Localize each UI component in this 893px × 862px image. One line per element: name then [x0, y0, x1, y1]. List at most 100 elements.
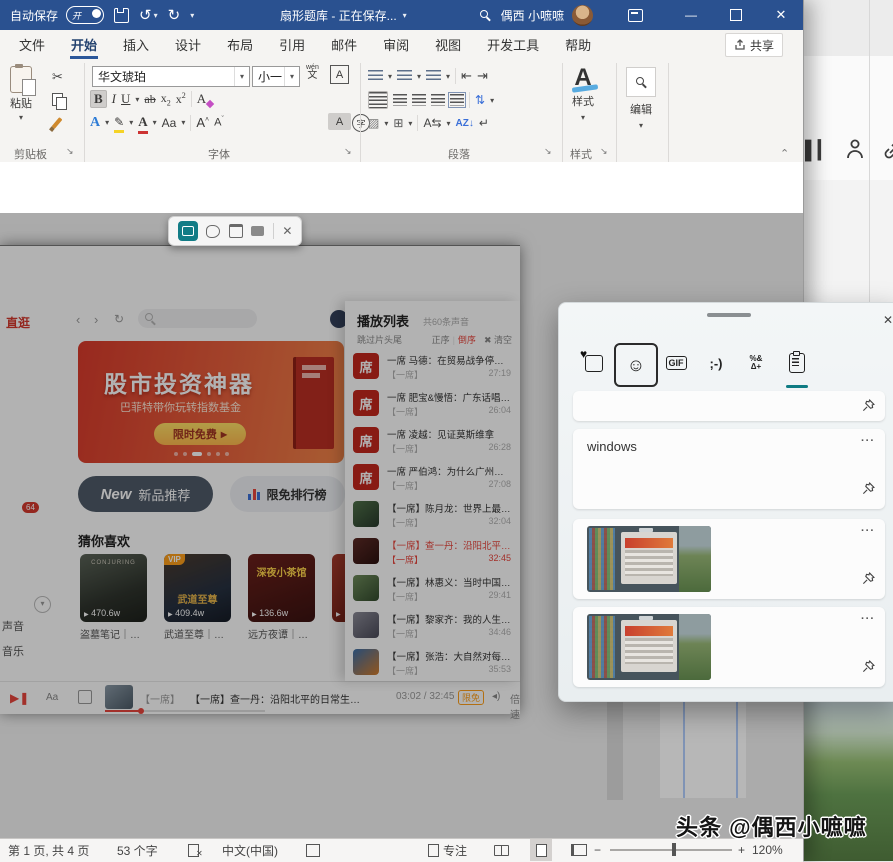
close-snip-icon[interactable]: ✕	[282, 224, 292, 238]
redo-icon[interactable]: ↻	[168, 6, 181, 24]
editing-button[interactable]: 编辑 ▾	[626, 67, 656, 130]
playlist-item[interactable]: 【一席】查一丹：沿阳北平的日常生… 【一席】 32:45	[353, 536, 513, 572]
underline-caret-icon[interactable]: ▾	[135, 95, 139, 104]
italic-button[interactable]: I	[112, 91, 116, 107]
text-direction-caret-icon[interactable]: ▾	[447, 119, 451, 128]
web-layout-button[interactable]	[568, 839, 590, 861]
avatar[interactable]	[572, 5, 593, 26]
zoom-slider[interactable]	[610, 849, 732, 851]
skip-intro-label[interactable]: 跳过片头尾	[357, 333, 402, 346]
shading-caret-icon[interactable]: ▾	[384, 119, 388, 128]
line-spacing-icon[interactable]: ⇅	[475, 93, 485, 107]
playlist-item[interactable]: 席 一席 严伯鸿：为什么广州人QQ洪海… 【一席】 27:08	[353, 462, 513, 498]
pin-icon[interactable]	[861, 571, 876, 591]
cover-card[interactable]: 深夜小茶馆 VIP ▶ 136.6w 远方夜谭｜深夜小…	[248, 554, 315, 644]
audio-effect-icon[interactable]: Aa	[46, 692, 58, 703]
more-options-icon[interactable]: ···	[861, 613, 875, 625]
menu-tab[interactable]: 文件	[6, 30, 58, 59]
back-icon[interactable]: ‹	[76, 312, 80, 327]
pin-icon[interactable]	[861, 659, 876, 679]
fullscreen-snip-button[interactable]	[251, 226, 264, 236]
print-layout-button[interactable]	[530, 839, 552, 861]
zoom-out-button[interactable]: −	[594, 839, 601, 861]
sort-desc-button[interactable]: 倒序	[458, 333, 476, 346]
cover-card[interactable]: 武道至尊 VIP ▶ 409.4w 武道至尊｜经典玄…	[164, 554, 231, 644]
sidebar-item-browse[interactable]: 直逛	[6, 314, 30, 331]
document-title-area[interactable]: 扇形题库 - 正在保存... ▾	[280, 0, 407, 30]
strikethrough-button[interactable]: ab	[144, 92, 155, 107]
text-direction-icon[interactable]: A⇆	[423, 116, 441, 130]
clear-playlist-button[interactable]: ✖ 清空	[484, 333, 512, 346]
align-right-button[interactable]	[412, 94, 426, 106]
document-page[interactable]	[0, 162, 803, 214]
maximize-button[interactable]	[730, 9, 742, 21]
grow-font-button[interactable]: A˄	[196, 115, 209, 130]
share-button[interactable]: 共享	[725, 33, 783, 57]
bar-chart-icon[interactable]: ▌▎	[805, 140, 832, 161]
tab-kaomoji[interactable]: ;-)	[696, 343, 736, 383]
link-icon[interactable]	[883, 140, 893, 165]
more-options-icon[interactable]: ···	[861, 435, 875, 447]
save-icon[interactable]	[114, 8, 129, 23]
paragraph-mark-icon[interactable]: ↵	[479, 116, 489, 130]
proofing-icon[interactable]: ✕	[188, 839, 203, 861]
playback-speed-button[interactable]: 倍速	[510, 691, 520, 721]
highlight-button[interactable]: ✎	[114, 115, 124, 130]
tab-emoji[interactable]: ☺	[614, 343, 658, 387]
styles-button[interactable]: A 样式 ▾	[572, 67, 594, 122]
clear-formatting-button[interactable]: A	[197, 91, 206, 107]
menu-tab[interactable]: 开发工具	[474, 30, 552, 59]
borders-caret-icon[interactable]: ▾	[408, 119, 412, 128]
playlist-item[interactable]: 席 一席 肥宝&慢悟：广东话唱阳地 【一席】 26:04	[353, 388, 513, 424]
chevron-down-icon[interactable]: ▾	[34, 596, 51, 613]
undo-caret-icon[interactable]: ▾	[154, 11, 158, 20]
autosave-toggle[interactable]: 开	[66, 6, 104, 24]
playlist-item[interactable]: 【一席】张浩：大自然对每个人都温… 【一席】 35:53	[353, 647, 513, 683]
refresh-icon[interactable]: ↻	[114, 312, 124, 326]
font-size-combo[interactable]: 小一 ▾	[252, 66, 300, 87]
menu-tab[interactable]: 邮件	[318, 30, 370, 59]
font-dialog-launcher[interactable]: ↘	[344, 146, 352, 157]
rectangle-snip-button[interactable]	[178, 221, 198, 241]
menu-tab[interactable]: 布局	[214, 30, 266, 59]
read-mode-button[interactable]	[490, 839, 512, 861]
align-center-button[interactable]	[393, 94, 407, 106]
playlist-item[interactable]: 【一席】林惠义：当时中国经因缘忻… 【一席】 29:41	[353, 573, 513, 609]
zoom-slider-thumb[interactable]	[672, 843, 676, 856]
pin-icon[interactable]	[861, 481, 876, 501]
cover-card[interactable]: CONJURING VIP ▶ 470.6w 盗墓笔记｜探险寻…	[80, 554, 147, 644]
language-indicator[interactable]: 中文(中国)	[222, 839, 278, 861]
sidebar-item-sound[interactable]: 声音	[2, 618, 24, 634]
minimize-button[interactable]: —	[669, 8, 713, 22]
banner-cta-button[interactable]: 限时免费▶	[154, 423, 246, 445]
highlight-caret-icon[interactable]: ▾	[129, 118, 133, 127]
change-case-button[interactable]: Aa	[162, 116, 177, 130]
styles-dialog-launcher[interactable]: ↘	[600, 146, 608, 157]
zoom-level[interactable]: 120%	[752, 839, 783, 861]
underline-button[interactable]: U	[121, 91, 130, 107]
character-border-button[interactable]: A	[330, 65, 349, 84]
search-icon[interactable]	[480, 10, 491, 21]
menu-tab[interactable]: 审阅	[370, 30, 422, 59]
cut-button[interactable]: ✂	[52, 69, 63, 85]
macro-record-icon[interactable]	[306, 839, 320, 861]
close-button[interactable]: ✕	[759, 7, 803, 23]
superscript-button[interactable]: x2	[176, 91, 186, 107]
bullet-list-icon[interactable]	[368, 70, 383, 82]
word-count[interactable]: 53 个字	[117, 839, 158, 861]
font-name-caret-icon[interactable]: ▾	[234, 67, 249, 86]
shrink-font-button[interactable]: Aˇ	[214, 116, 224, 129]
paragraph-dialog-launcher[interactable]: ↘	[544, 146, 552, 157]
sort-asc-button[interactable]: 正序	[432, 333, 450, 346]
menu-tab[interactable]: 帮助	[552, 30, 604, 59]
app-search-input[interactable]	[138, 309, 257, 328]
paste-button[interactable]: 粘贴 ▾	[10, 66, 32, 122]
seek-bar[interactable]	[105, 710, 265, 712]
shading-icon[interactable]: ▨	[368, 116, 379, 130]
clipboard-dialog-launcher[interactable]: ↘	[66, 146, 74, 157]
font-color-button[interactable]: A	[138, 114, 147, 131]
text-effects-button[interactable]: A	[90, 115, 100, 131]
font-size-caret-icon[interactable]: ▾	[284, 67, 299, 86]
promo-banner[interactable]: 股市投资神器 巴菲特带你玩转指数基金 限时免费▶	[78, 341, 344, 463]
collapse-ribbon-icon[interactable]: ⌃	[780, 147, 789, 160]
